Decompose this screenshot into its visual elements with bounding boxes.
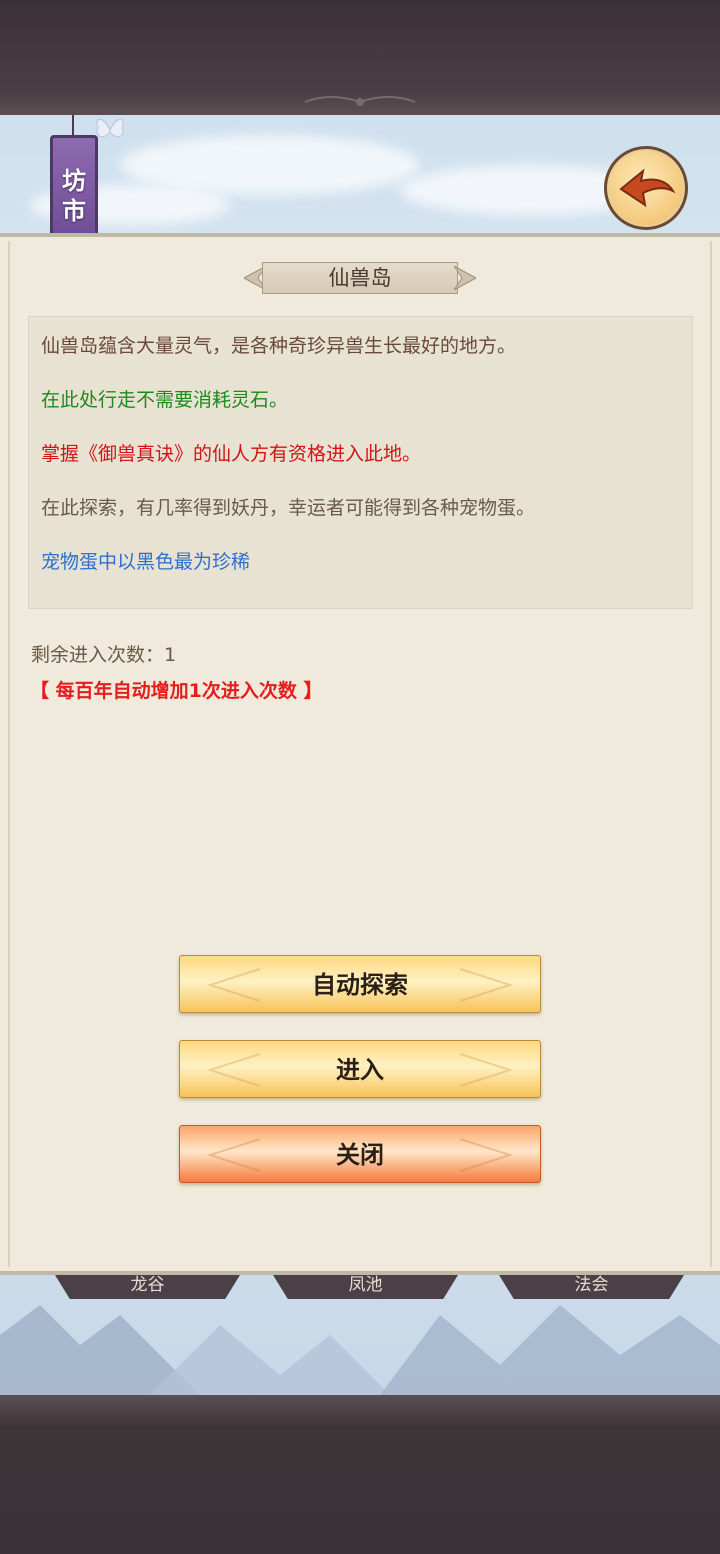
dialog-title-plate: 仙兽岛	[244, 260, 476, 296]
title-right-ornament-icon	[454, 266, 476, 290]
mountains-background	[0, 1305, 720, 1395]
top-frame	[0, 0, 720, 115]
ornament-icon	[304, 96, 416, 106]
refresh-notice: 【 每百年自动增加1次进入次数 】	[30, 680, 323, 702]
back-button[interactable]	[604, 146, 688, 230]
enter-button[interactable]: 进入	[179, 1040, 541, 1098]
description-line: 掌握《御兽真诀》的仙人方有资格进入此地。	[41, 443, 422, 465]
auto-explore-button[interactable]: 自动探索	[179, 955, 541, 1013]
tab-label: 龙谷	[130, 1275, 165, 1295]
description-box: 仙兽岛蕴含大量灵气，是各种奇珍异兽生长最好的地方。 在此处行走不需要消耗灵石。 …	[28, 316, 693, 609]
close-label: 关闭	[336, 1141, 384, 1169]
dialog-title: 仙兽岛	[328, 266, 392, 290]
butterfly-icon	[96, 118, 124, 138]
close-button[interactable]: 关闭	[179, 1125, 541, 1183]
remaining-entries: 剩余进入次数：1	[31, 644, 177, 666]
enter-label: 进入	[336, 1056, 384, 1084]
back-arrow-icon	[619, 168, 676, 208]
tab-label: 凤池	[348, 1275, 383, 1295]
tab-label: 法会	[574, 1275, 609, 1295]
description-line: 在此探索，有几率得到妖丹，幸运者可能得到各种宠物蛋。	[41, 497, 536, 519]
description-line: 在此处行走不需要消耗灵石。	[41, 389, 289, 411]
description-line: 宠物蛋中以黑色最为珍稀	[41, 551, 251, 573]
banner-text: 坊市	[62, 167, 86, 225]
description-line: 仙兽岛蕴含大量灵气，是各种奇珍异兽生长最好的地方。	[41, 335, 517, 357]
bottom-frame	[0, 1395, 720, 1554]
auto-explore-label: 自动探索	[312, 971, 408, 999]
